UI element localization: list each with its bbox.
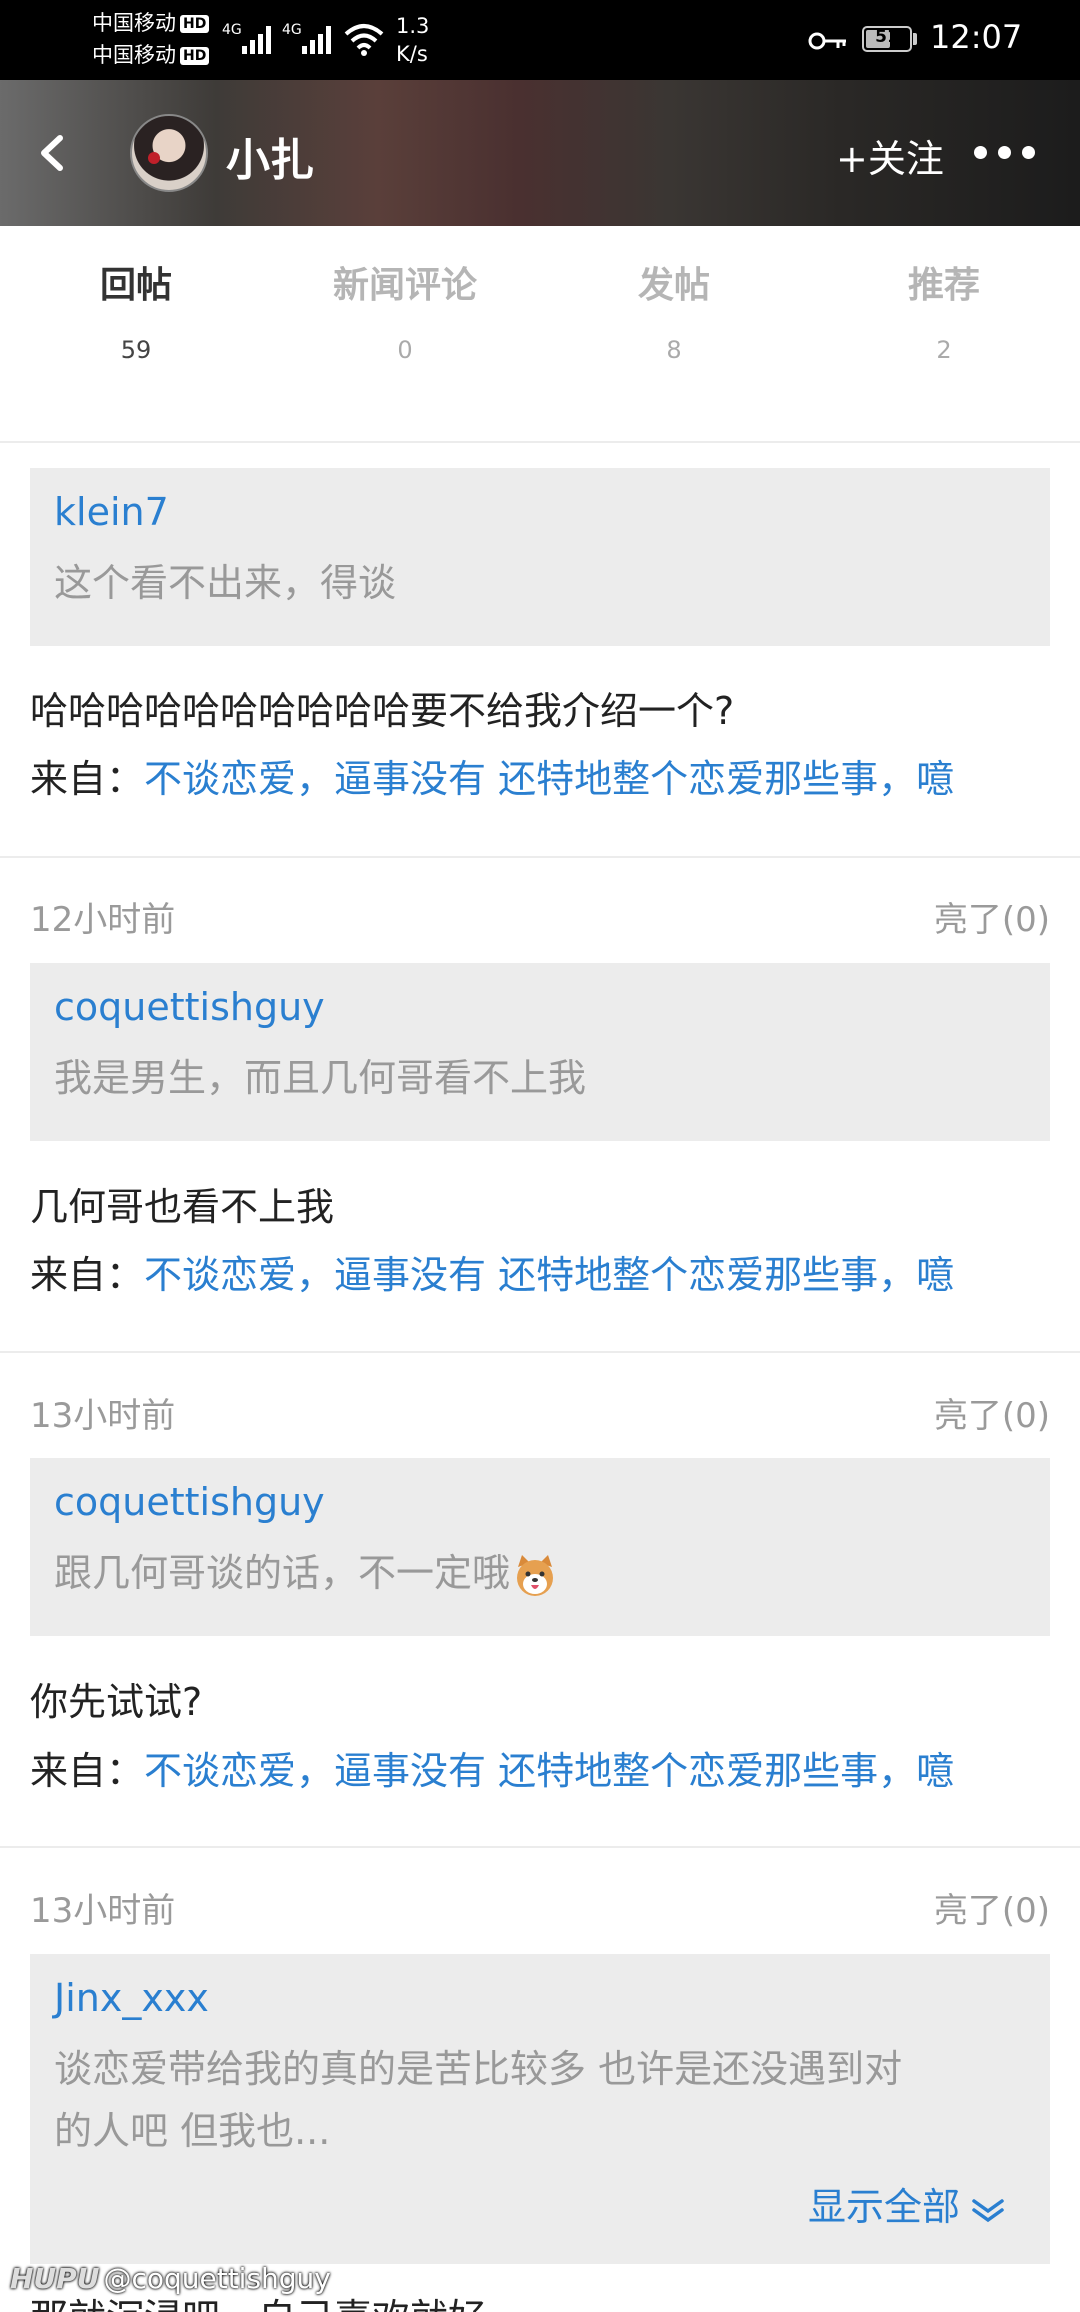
network-type-2: 4G xyxy=(282,22,302,38)
quote-username[interactable]: Jinx_xxx xyxy=(54,1976,209,2020)
like-count[interactable]: 亮了(0) xyxy=(934,1883,1050,1932)
quote-text-row: 跟几何哥谈的话，不一定哦 xyxy=(54,1542,1010,1604)
tab-count: 59 xyxy=(120,336,152,364)
reply-text: 那就沉浸吧，自己喜欢就好 xyxy=(30,2298,486,2312)
battery-level: 51 xyxy=(875,27,899,47)
tab-count: 0 xyxy=(397,336,413,364)
quote-box[interactable]: klein7 这个看不出来，得谈 xyxy=(30,468,1050,646)
network-speed: 1.3 K/s xyxy=(396,12,429,68)
tab-label: 发帖 xyxy=(637,265,710,306)
reply-source: 来自：不谈恋爱，逼事没有 还特地整个恋爱那些事，噫 xyxy=(30,1244,1060,1299)
hd-badge: HD xyxy=(180,15,210,33)
user-name: 小扎 xyxy=(226,135,314,186)
source-prefix: 来自： xyxy=(30,1749,145,1793)
quote-text: 这个看不出来，得谈 xyxy=(54,561,397,605)
tab-replies[interactable]: 回帖 59 xyxy=(36,256,236,364)
post-time: 12小时前 xyxy=(30,900,176,940)
signal-icon xyxy=(240,20,276,54)
post-time: 13小时前 xyxy=(30,1891,176,1931)
tab-label: 新闻评论 xyxy=(332,265,477,306)
more-dots-icon[interactable] xyxy=(974,138,1036,168)
carrier-1-label: 中国移动 xyxy=(92,11,176,35)
source-thread-link[interactable]: 不谈恋爱，逼事没有 还特地整个恋爱那些事，噫 xyxy=(144,757,954,801)
show-all-label: 显示全部 xyxy=(807,2185,960,2229)
tab-posts[interactable]: 发帖 8 xyxy=(574,256,774,364)
quote-text: 跟几何哥谈的话，不一定哦 xyxy=(54,1551,511,1595)
tab-label: 回帖 xyxy=(99,265,172,306)
source-thread-link[interactable]: 不谈恋爱，逼事没有 还特地整个恋爱那些事，噫 xyxy=(144,1749,954,1793)
like-count[interactable]: 亮了(0) xyxy=(934,892,1050,941)
reply-source: 来自：不谈恋爱，逼事没有 还特地整个恋爱那些事，噫 xyxy=(30,748,1060,803)
chevron-left-icon[interactable] xyxy=(30,124,74,182)
show-all-button[interactable]: 显示全部 xyxy=(808,2176,1006,2231)
tab-count: 2 xyxy=(936,336,952,364)
avatar[interactable] xyxy=(130,114,208,192)
source-prefix: 来自： xyxy=(30,1253,145,1297)
like-count[interactable]: 亮了(0) xyxy=(934,1388,1050,1437)
signal-icon xyxy=(300,20,336,54)
quote-box[interactable]: Jinx_xxx 谈恋爱带给我的真的是苦比较多 也许是还没遇到对 的人吧 但我也… xyxy=(30,1954,1050,2264)
watermark-brand: HUPU xyxy=(10,2262,100,2295)
reply-source: 来自：不谈恋爱，逼事没有 还特地整个恋爱那些事，噫 xyxy=(30,1740,1060,1795)
divider xyxy=(0,1846,1080,1848)
source-prefix: 来自： xyxy=(30,757,145,801)
quote-username[interactable]: coquettishguy xyxy=(54,985,325,1029)
divider xyxy=(0,1351,1080,1353)
chevron-double-down-icon xyxy=(972,2198,1004,2222)
quote-box[interactable]: coquettishguy 跟几何哥谈的话，不一定哦 xyxy=(30,1458,1050,1636)
reply-text: 你先试试? xyxy=(30,1680,203,1724)
wifi-icon xyxy=(344,24,384,56)
key-icon xyxy=(808,32,846,50)
carrier-1: 中国移动 HD xyxy=(92,10,210,36)
network-type-1: 4G xyxy=(222,22,242,38)
quote-text: 的人吧 但我也... xyxy=(54,2109,331,2153)
tab-bar: 回帖 59 新闻评论 0 发帖 8 推荐 2 xyxy=(0,226,1080,442)
clock: 12:07 xyxy=(930,18,1023,56)
divider xyxy=(0,856,1080,858)
quote-username[interactable]: klein7 xyxy=(54,490,169,534)
battery-tip xyxy=(913,33,917,45)
hd-badge: HD xyxy=(180,47,210,65)
quote-username[interactable]: coquettishguy xyxy=(54,1480,325,1524)
reply-text: 哈哈哈哈哈哈哈哈哈哈要不给我介绍一个? xyxy=(30,689,735,733)
tab-recommend[interactable]: 推荐 2 xyxy=(844,256,1044,364)
tab-news-comments[interactable]: 新闻评论 0 xyxy=(305,256,505,364)
battery-icon: 51 xyxy=(862,26,912,52)
post-time: 13小时前 xyxy=(30,1396,176,1436)
speed-value: 1.3 xyxy=(396,14,430,38)
carrier-2: 中国移动 HD xyxy=(92,42,210,68)
speed-unit: K/s xyxy=(396,42,428,66)
status-bar: 中国移动 HD 中国移动 HD 4G 4G 1.3 K/s 51 12:07 xyxy=(0,0,1080,80)
watermark-handle: @coquettishguy xyxy=(103,2262,331,2295)
divider xyxy=(0,441,1080,443)
source-thread-link[interactable]: 不谈恋爱，逼事没有 还特地整个恋爱那些事，噫 xyxy=(144,1253,954,1297)
dog-emoji-icon xyxy=(517,1554,554,1596)
tab-count: 8 xyxy=(666,336,682,364)
watermark: HUPU @coquettishguy xyxy=(10,2262,331,2295)
quote-text: 谈恋爱带给我的真的是苦比较多 也许是还没遇到对 xyxy=(54,2047,903,2091)
reply-text: 几何哥也看不上我 xyxy=(30,1185,335,1229)
carrier-2-label: 中国移动 xyxy=(92,43,176,67)
profile-header: 小扎 +关注 xyxy=(0,80,1080,226)
quote-text: 我是男生，而且几何哥看不上我 xyxy=(54,1056,587,1100)
tab-label: 推荐 xyxy=(907,265,980,306)
quote-box[interactable]: coquettishguy 我是男生，而且几何哥看不上我 xyxy=(30,963,1050,1141)
follow-button[interactable]: +关注 xyxy=(836,128,944,183)
